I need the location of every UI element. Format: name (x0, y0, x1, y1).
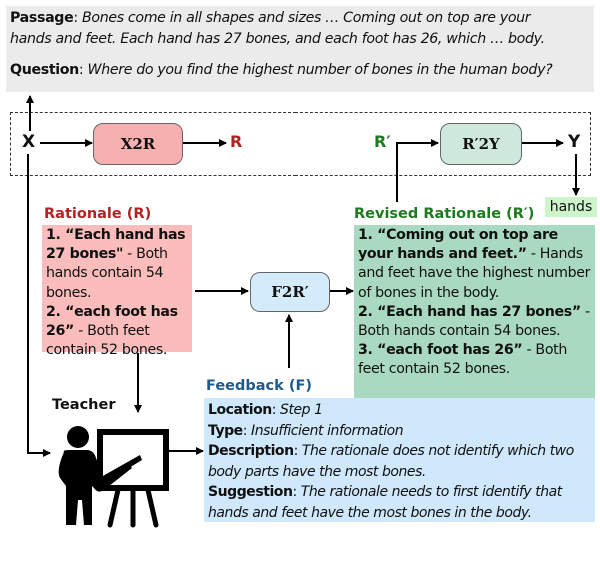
x2r-model-node: X2R (93, 123, 183, 165)
rationale-title: Rationale (R) (44, 206, 152, 222)
revised-rationale-r-prime-label: R′ (374, 132, 391, 151)
feedback-title: Feedback (F) (206, 378, 312, 394)
rationale-r-label: R (230, 132, 243, 151)
revised-rationale-box: 1. “Coming out on top are your hands and… (354, 225, 595, 398)
teacher-icon (58, 426, 169, 528)
r2y-model-node: R′2Y (440, 123, 522, 165)
revised-rationale-body: 1. “Coming out on top are your hands and… (354, 225, 595, 381)
output-y-label: Y (568, 132, 581, 152)
teacher-label: Teacher (52, 397, 116, 413)
rationale-item: 2. “each foot has 26” - Both feet contai… (46, 303, 178, 359)
revised-rationale-item: 3. “each foot has 26” - Both feet contai… (358, 342, 568, 378)
input-x-label: X (22, 132, 36, 152)
rationale-item: 1. “Each hand has 27 bones" - Both hands… (46, 227, 186, 301)
revised-rationale-title: Revised Rationale (R′) (354, 206, 535, 222)
rationale-body: 1. “Each hand has 27 bones" - Both hands… (42, 225, 192, 361)
feedback-box: Location: Step 1 Type: Insufficient info… (204, 398, 595, 522)
feedback-field-suggestion: Suggestion: The rationale needs to first… (208, 484, 562, 521)
feedback-field-type: Type: Insufficient information (208, 422, 404, 439)
answer-badge: hands (545, 197, 597, 217)
arrow-rprime-to-r2y (396, 139, 439, 202)
rationale-box: 1. “Each hand has 27 bones" - Both hands… (42, 225, 192, 358)
feedback-field-location: Location: Step 1 (208, 402, 323, 418)
f2r-model-node: F2R′ (250, 272, 330, 312)
feedback-body: Location: Step 1 Type: Insufficient info… (204, 398, 595, 525)
feedback-field-description: Description: The rationale does not iden… (208, 443, 574, 480)
revised-rationale-item: 2. “Each hand has 27 bones” - Both hands… (358, 303, 590, 340)
revised-rationale-item: 1. “Coming out on top are your hands and… (358, 227, 591, 301)
